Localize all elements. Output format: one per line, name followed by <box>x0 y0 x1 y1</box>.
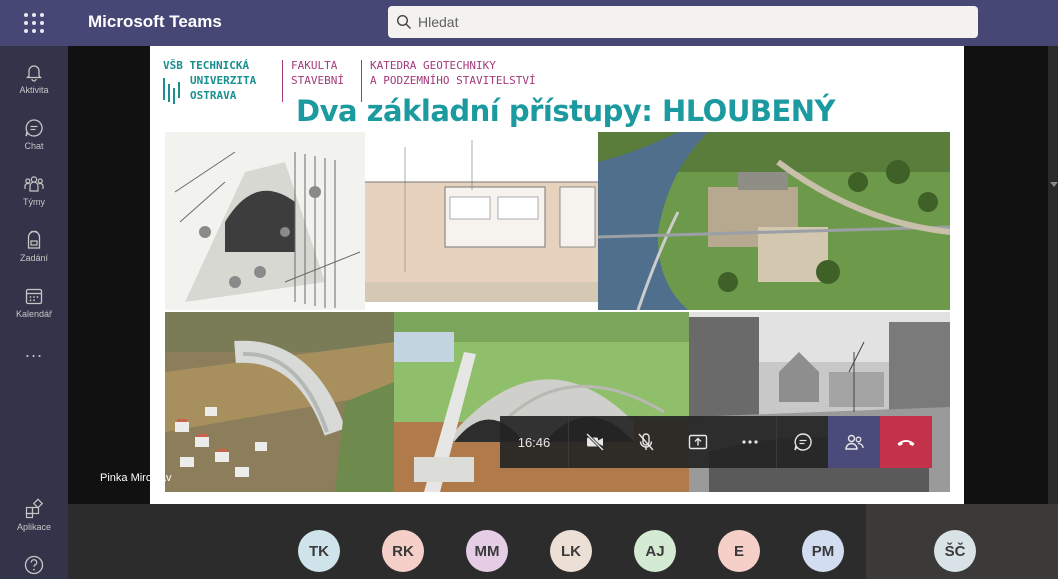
more-icon <box>742 440 758 444</box>
meeting-chat-button[interactable] <box>776 416 828 468</box>
cross-section-drawing-image <box>365 132 598 310</box>
backpack-icon <box>27 230 41 249</box>
meeting-controls: 16:46 <box>500 416 932 468</box>
rail-item-activity[interactable]: Aktivita <box>0 52 68 104</box>
rail-item-help[interactable] <box>0 554 68 576</box>
logo-text-line2: UNIVERZITA <box>190 74 257 87</box>
teams-icon <box>24 176 44 192</box>
search-box[interactable] <box>388 6 978 38</box>
logo-text-line3: OSTRAVA <box>190 89 237 102</box>
aerial-construction-image <box>598 132 950 310</box>
faculty-line1: FAKULTA <box>291 59 338 72</box>
presenter-name: Pinka Miroslav <box>100 472 172 484</box>
aerial-tunnel-town-image <box>165 312 394 492</box>
participant-avatar[interactable]: AJ <box>634 530 676 572</box>
stage-scrollbar[interactable] <box>1048 46 1058 504</box>
scroll-down-icon[interactable] <box>1050 182 1058 187</box>
department-line1: KATEDRA GEOTECHNIKY <box>370 59 496 72</box>
chat-icon <box>25 119 43 137</box>
participants-button[interactable] <box>828 416 880 468</box>
apps-icon <box>25 498 44 519</box>
more-actions-button[interactable] <box>724 416 776 468</box>
app-title: Microsoft Teams <box>88 12 222 31</box>
participants-icon <box>845 434 864 450</box>
top-bar: Microsoft Teams <box>0 0 1058 46</box>
calendar-icon <box>25 288 43 305</box>
participant-avatar[interactable]: TK <box>298 530 340 572</box>
chat-icon <box>793 433 812 451</box>
rail-item-label: Zadání <box>19 253 49 263</box>
rail-item-chat[interactable]: Chat <box>0 108 68 160</box>
share-screen-icon <box>688 434 708 450</box>
rail-item-label: Týmy <box>23 197 45 207</box>
rail-item-label: Aktivita <box>19 85 49 95</box>
hang-up-button[interactable] <box>880 416 932 468</box>
participant-avatar[interactable]: RK <box>382 530 424 572</box>
search-icon <box>396 14 411 29</box>
participant-avatar[interactable]: MM <box>466 530 508 572</box>
participant-avatar[interactable]: E <box>718 530 760 572</box>
rail-item-calendar[interactable]: Kalendář <box>0 276 68 328</box>
rail-item-assignments[interactable]: Zadání <box>0 220 68 272</box>
participant-avatar[interactable]: LK <box>550 530 592 572</box>
meeting-timer: 16:46 <box>500 416 568 468</box>
mic-off-icon <box>638 433 654 451</box>
share-screen-button[interactable] <box>672 416 724 468</box>
app-launcher-icon[interactable] <box>22 11 46 35</box>
mic-toggle-button[interactable] <box>620 416 672 468</box>
rail-item-label: Kalendář <box>15 309 53 319</box>
slide-title: Dva základní přístupy: HLOUBENÝ <box>296 94 836 128</box>
rail-item-teams[interactable]: Týmy <box>0 164 68 216</box>
bell-icon <box>25 65 43 82</box>
more-apps-button[interactable]: ... <box>0 342 68 361</box>
hang-up-icon <box>897 440 915 446</box>
camera-off-icon <box>585 432 604 452</box>
rail-item-label: Aplikace <box>16 522 52 532</box>
rail-item-label: Chat <box>24 141 44 151</box>
rail-item-apps[interactable]: Aplikace <box>0 498 68 532</box>
vsb-logo-icon <box>163 78 180 104</box>
department-line2: A PODZEMNÍHO STAVITELSTVÍ <box>370 74 536 87</box>
trench-sketch-image <box>165 132 365 310</box>
logo-divider <box>282 60 283 102</box>
app-rail: Aktivita Chat Týmy Zadání Kalendář ... A… <box>0 46 68 579</box>
participant-avatar[interactable]: PM <box>802 530 844 572</box>
camera-toggle-button[interactable] <box>568 416 620 468</box>
faculty-line2: STAVEBNÍ <box>291 74 344 87</box>
self-avatar[interactable]: ŠČ <box>934 530 976 572</box>
logo-text-line1: VŠB TECHNICKÁ <box>163 59 250 72</box>
search-input[interactable] <box>418 14 958 30</box>
help-icon <box>24 555 44 575</box>
